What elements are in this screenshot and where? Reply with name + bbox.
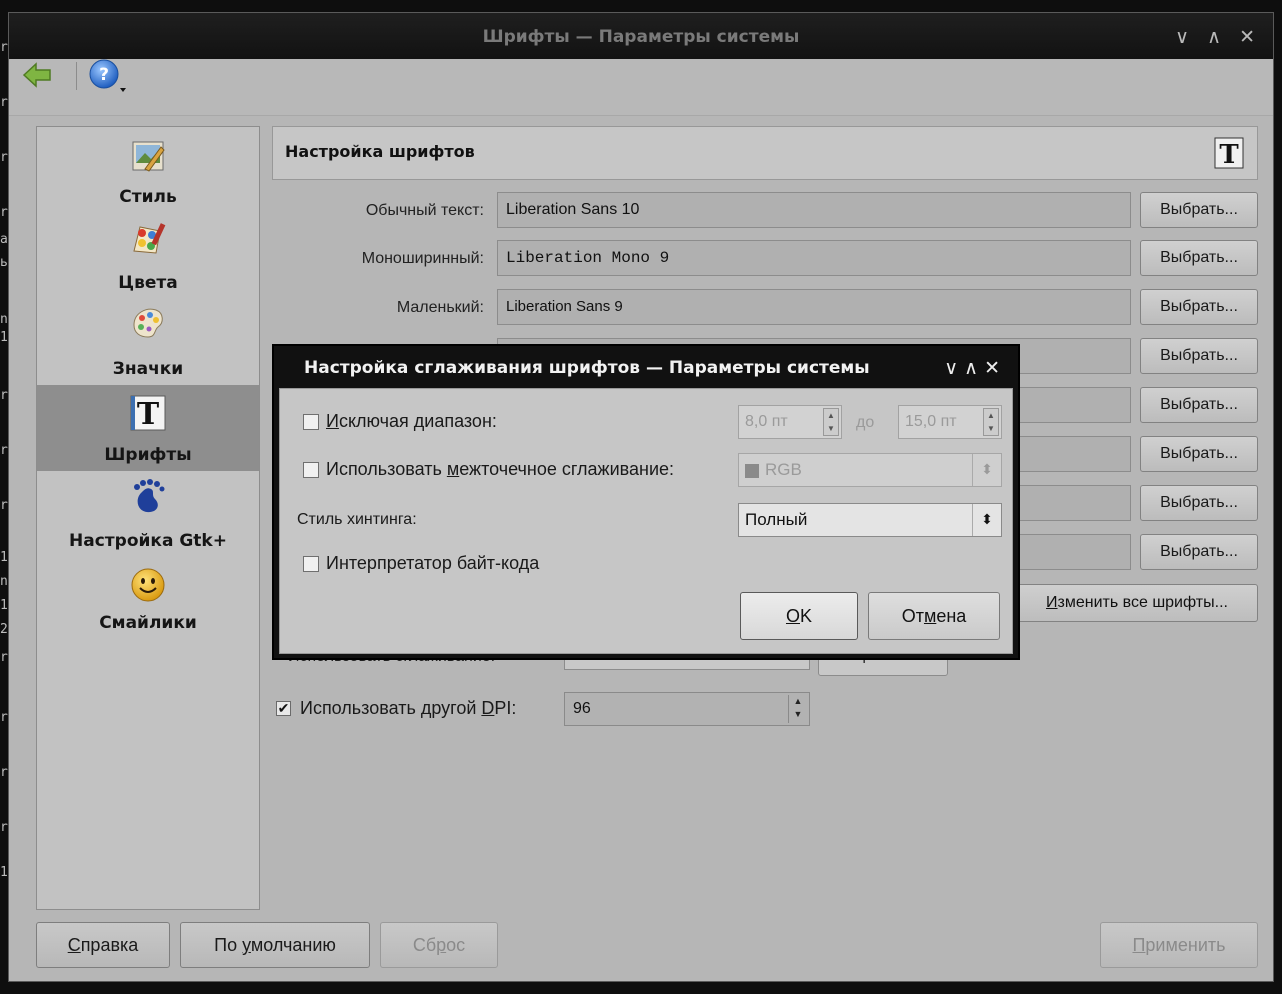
page-header: Настройка шрифтов T [272, 126, 1258, 180]
choose-window-title-font-button[interactable]: Выбрать... [1140, 436, 1258, 472]
back-arrow-icon[interactable] [22, 62, 52, 88]
defaults-button[interactable]: По умолчанию [180, 922, 370, 968]
antialias-dialog: Настройка сглаживания шрифтов — Параметр… [272, 344, 1020, 660]
dpi-value: 96 [573, 700, 591, 717]
dialog-window-controls: ∨∧✕ [944, 346, 1006, 390]
emoticons-icon [131, 568, 165, 602]
minimize-icon[interactable]: ∨ [944, 357, 964, 379]
svg-text:T: T [137, 397, 160, 432]
exclude-from-value: 8,0 пт [745, 413, 788, 430]
dpi-spin-arrows[interactable]: ▲ ▼ [788, 695, 807, 723]
sidebar-item-emoticons[interactable]: Смайлики [37, 557, 259, 643]
small-font-field: Liberation Sans 9 [497, 289, 1131, 325]
spin-arrows[interactable]: ▲ ▼ [983, 408, 999, 436]
dialog-titlebar[interactable]: Настройка сглаживания шрифтов — Параметр… [274, 346, 1018, 388]
choose-small-font-button[interactable]: Выбрать... [1140, 289, 1258, 325]
change-all-fonts-button[interactable]: Изменить все шрифты... [1016, 584, 1258, 622]
sidebar: Стиль Цвета Значки T Шрифты Настройка Gt… [36, 126, 260, 910]
general-font-field: Liberation Sans 10 [497, 192, 1131, 228]
minimize-icon[interactable]: ∨ [1175, 13, 1195, 61]
dialog-title: Настройка сглаживания шрифтов — Параметр… [304, 358, 870, 378]
close-icon[interactable]: ✕ [984, 357, 1006, 379]
bytecode-label: Интерпретатор байт-кода [326, 553, 540, 573]
toolbar-separator [76, 62, 77, 90]
sidebar-item-label: Шрифты [104, 445, 192, 465]
spin-arrows[interactable]: ▲ ▼ [823, 408, 839, 436]
choose-desktop-font-button[interactable]: Выбрать... [1140, 534, 1258, 570]
choose-general-font-button[interactable]: Выбрать... [1140, 192, 1258, 228]
sidebar-item-label: Смайлики [99, 613, 197, 633]
subpixel-label: Использовать межточечное сглаживание: [326, 459, 675, 479]
help-button[interactable]: Справка [36, 922, 170, 968]
ok-button[interactable]: ОK [740, 592, 858, 640]
cancel-button[interactable]: Отмена [868, 592, 1000, 640]
select-arrows-icon: ⬍ [972, 454, 1001, 486]
window-controls: ∨ ∧ ✕ [1175, 13, 1261, 59]
sidebar-item-gtk[interactable]: Настройка Gtk+ [37, 471, 259, 557]
exclude-to-label: до [856, 414, 875, 431]
bytecode-checkbox[interactable] [303, 556, 319, 572]
exclude-to-value: 15,0 пт [905, 413, 957, 430]
small-font-label: Маленький: [396, 299, 484, 316]
exclude-from-spinbox[interactable]: 8,0 пт ▲ ▼ [738, 405, 842, 439]
toolbar [9, 59, 1273, 116]
sidebar-item-fonts[interactable]: T Шрифты [37, 385, 259, 471]
sidebar-item-label: Цвета [118, 273, 178, 293]
fonts-icon: T [130, 395, 166, 432]
icons-icon [133, 308, 163, 338]
choose-fixed-font-button[interactable]: Выбрать... [1140, 240, 1258, 276]
svg-text:?: ? [99, 65, 109, 85]
sidebar-item-label: Настройка Gtk+ [69, 531, 227, 551]
window-titlebar[interactable]: Шрифты — Параметры системы ∨ ∧ ✕ [9, 13, 1273, 59]
subpixel-select[interactable]: RGB ⬍ [738, 453, 1002, 487]
gtk-icon [134, 479, 165, 513]
page-title: Настройка шрифтов [285, 142, 475, 161]
choose-menu-font-button[interactable]: Выбрать... [1140, 387, 1258, 423]
colors-icon [133, 223, 166, 254]
fixed-font-label: Моноширинный: [361, 250, 484, 267]
sidebar-item-icons[interactable]: Значки [37, 299, 259, 385]
sidebar-item-style[interactable]: Стиль [37, 127, 259, 213]
fixed-font-field: Liberation Mono 9 [497, 240, 1131, 276]
style-icon [132, 141, 165, 172]
apply-button[interactable]: Применить [1100, 922, 1258, 968]
help-icon[interactable]: ? [86, 58, 128, 94]
sidebar-item-label: Значки [112, 359, 184, 379]
reset-button[interactable]: Сброс [380, 922, 498, 968]
sidebar-item-colors[interactable]: Цвета [37, 213, 259, 299]
window-title: Шрифты — Параметры системы [482, 27, 800, 47]
exclude-to-spinbox[interactable]: 15,0 пт ▲ ▼ [898, 405, 1002, 439]
sidebar-item-label: Стиль [119, 187, 177, 207]
fonts-icon: T [1214, 137, 1244, 170]
rgb-swatch-icon [745, 463, 759, 478]
general-font-label: Обычный текст: [365, 202, 484, 219]
exclude-range-label: Исключая диапазон: [326, 411, 497, 431]
choose-toolbar-font-button[interactable]: Выбрать... [1140, 338, 1258, 374]
dpi-checkbox[interactable]: ✔ [276, 701, 291, 716]
dpi-spinbox[interactable]: 96 ▲ ▼ [564, 692, 810, 726]
dpi-label: Использовать другой DPI: [300, 698, 517, 718]
close-icon[interactable]: ✕ [1239, 13, 1261, 61]
hinting-style-label: Стиль хинтинга: [297, 511, 417, 528]
hinting-style-select[interactable]: Полный ⬍ [738, 503, 1002, 537]
choose-taskbar-font-button[interactable]: Выбрать... [1140, 485, 1258, 521]
subpixel-checkbox[interactable] [303, 462, 319, 478]
maximize-icon[interactable]: ∧ [964, 357, 984, 379]
svg-text:T: T [1219, 140, 1239, 170]
exclude-range-checkbox[interactable] [303, 414, 319, 430]
select-arrows-icon: ⬍ [972, 504, 1001, 536]
maximize-icon[interactable]: ∧ [1207, 13, 1227, 61]
